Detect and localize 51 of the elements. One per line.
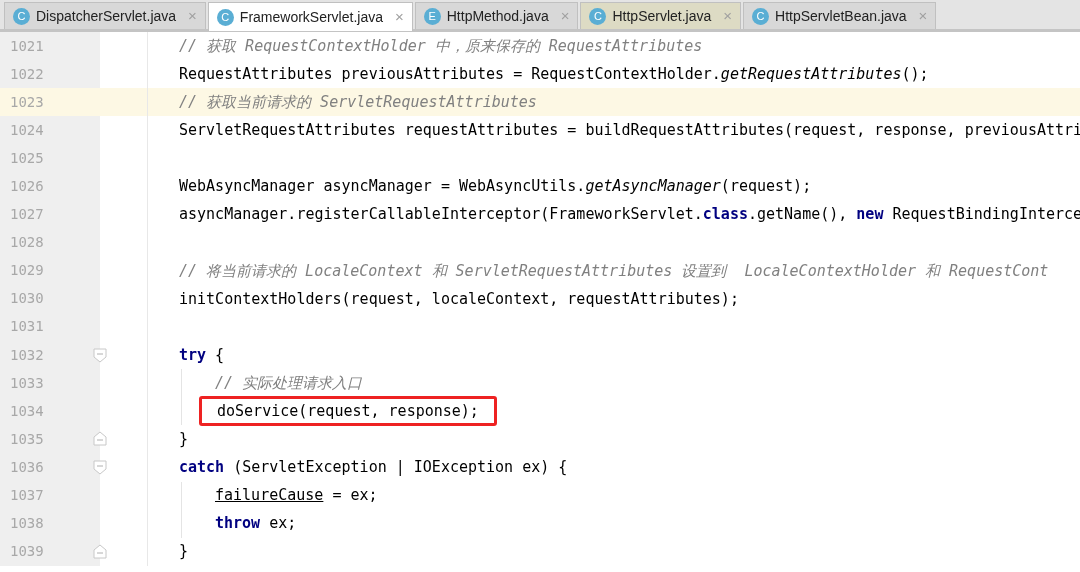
fold-icon[interactable] xyxy=(93,460,107,476)
file-tab[interactable]: C HttpServletBean.java × xyxy=(743,2,937,29)
code-line: RequestAttributes previousAttributes = RequestContextHolder.getRequestAttributes(); xyxy=(179,63,929,85)
code-comment: // 获取当前请求的 ServletRequestAttributes xyxy=(179,92,537,113)
line-number: 1022 xyxy=(10,64,44,84)
code-line: } xyxy=(179,429,189,451)
file-type-icon: E xyxy=(423,7,441,25)
code-line: } xyxy=(179,541,189,563)
line-number: 1029 xyxy=(10,261,44,281)
line-number: 1030 xyxy=(10,289,44,309)
file-type-icon: C xyxy=(752,7,770,25)
line-number: 1032 xyxy=(10,345,44,365)
line-number: 1026 xyxy=(10,177,44,196)
fold-icon[interactable] xyxy=(93,348,107,364)
code-line: try { xyxy=(179,344,225,366)
tab-label: DispatcherServlet.java xyxy=(36,6,177,26)
file-tab[interactable]: C HttpServlet.java × xyxy=(580,2,742,29)
line-number: 1036 xyxy=(10,457,44,477)
line-number: 1023 xyxy=(10,92,44,112)
file-type-icon: C xyxy=(589,7,607,25)
code-line: WebAsyncManager asyncManager = WebAsyncUtils.getAsyncManager(request); xyxy=(179,176,812,198)
line-number: 1024 xyxy=(10,120,44,140)
file-tab[interactable]: C FrameworkServlet.java × xyxy=(207,2,413,31)
code-line: initContextHolders(request, localeContext, requestAttributes); xyxy=(179,288,739,310)
file-tab[interactable]: C DispatcherServlet.java × xyxy=(4,2,206,29)
line-number: 1033 xyxy=(10,373,44,393)
code-line: throw ex; xyxy=(215,513,297,535)
code-line: catch (ServletException | IOException ex) { xyxy=(179,457,568,479)
code-line: failureCause = ex; xyxy=(215,485,378,507)
line-number: 1035 xyxy=(10,429,44,449)
line-number: 1028 xyxy=(10,233,44,253)
file-type-icon: C xyxy=(13,7,30,25)
line-number: 1038 xyxy=(10,514,44,534)
line-number: 1031 xyxy=(10,317,44,337)
code-line: doService(request, response); xyxy=(217,401,479,422)
line-number: 1021 xyxy=(10,36,44,56)
code-comment: // 获取 RequestContextHolder 中，原来保存的 RequestAttributes xyxy=(179,35,703,57)
line-number: 1039 xyxy=(10,542,44,562)
file-type-icon: C xyxy=(216,8,234,26)
tab-label: HttpServlet.java xyxy=(612,6,712,26)
line-number: 1034 xyxy=(10,401,44,421)
code-comment: // 实际处理请求入口 xyxy=(215,372,363,394)
line-number: 1037 xyxy=(10,486,44,506)
tab-label: HttpMethod.java xyxy=(446,6,549,26)
tab-label: HttpServletBean.java xyxy=(775,6,907,26)
tab-label: FrameworkServlet.java xyxy=(239,7,383,27)
code-comment: // 将当前请求的 LocaleContext 和 ServletRequestAttributes 设置到 LocaleContextHolder 和 RequestCont xyxy=(179,260,1049,282)
fold-icon[interactable] xyxy=(93,431,107,447)
line-number: 1025 xyxy=(10,148,44,168)
line-number: 1027 xyxy=(10,205,44,225)
file-tab[interactable]: E HttpMethod.java × xyxy=(414,2,579,29)
